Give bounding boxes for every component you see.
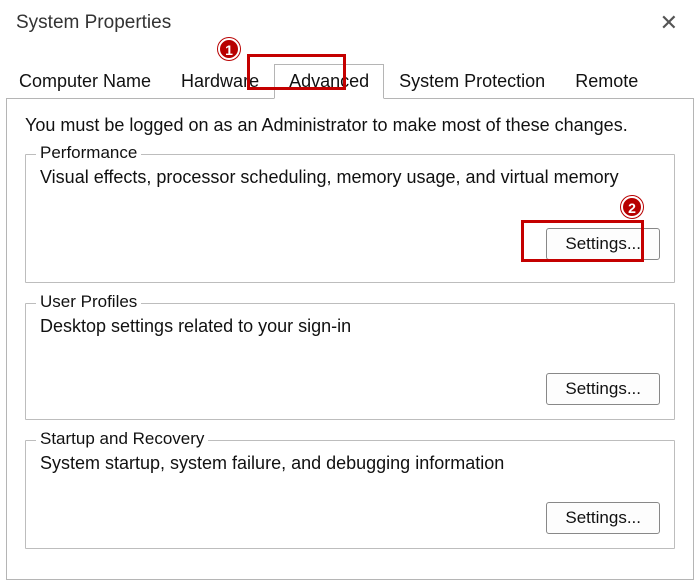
legend-user-profiles: User Profiles: [36, 292, 141, 312]
legend-performance: Performance: [36, 143, 141, 163]
group-user-profiles: User Profiles Desktop settings related t…: [25, 303, 675, 420]
button-row-performance: Settings...: [40, 228, 660, 260]
group-performance: Performance Visual effects, processor sc…: [25, 154, 675, 283]
user-profiles-settings-button[interactable]: Settings...: [546, 373, 660, 405]
startup-settings-button[interactable]: Settings...: [546, 502, 660, 534]
close-icon[interactable]: ✕: [650, 6, 688, 40]
window-title: System Properties: [16, 12, 171, 34]
button-row-user-profiles: Settings...: [40, 373, 660, 405]
tab-advanced[interactable]: Advanced: [274, 64, 384, 99]
tab-system-protection[interactable]: System Protection: [384, 64, 560, 98]
button-row-startup: Settings...: [40, 502, 660, 534]
tab-remote[interactable]: Remote: [560, 64, 653, 98]
desc-performance: Visual effects, processor scheduling, me…: [40, 167, 660, 188]
admin-message: You must be logged on as an Administrato…: [25, 115, 675, 136]
desc-startup-recovery: System startup, system failure, and debu…: [40, 453, 660, 474]
group-startup-recovery: Startup and Recovery System startup, sys…: [25, 440, 675, 549]
performance-settings-button[interactable]: Settings...: [546, 228, 660, 260]
titlebar: System Properties ✕: [0, 0, 700, 50]
desc-user-profiles: Desktop settings related to your sign-in: [40, 316, 660, 337]
legend-startup-recovery: Startup and Recovery: [36, 429, 208, 449]
tab-hardware[interactable]: Hardware: [166, 64, 274, 98]
tab-computer-name[interactable]: Computer Name: [4, 64, 166, 98]
panel-advanced: You must be logged on as an Administrato…: [6, 98, 694, 580]
tab-strip: Computer Name Hardware Advanced System P…: [0, 64, 700, 98]
